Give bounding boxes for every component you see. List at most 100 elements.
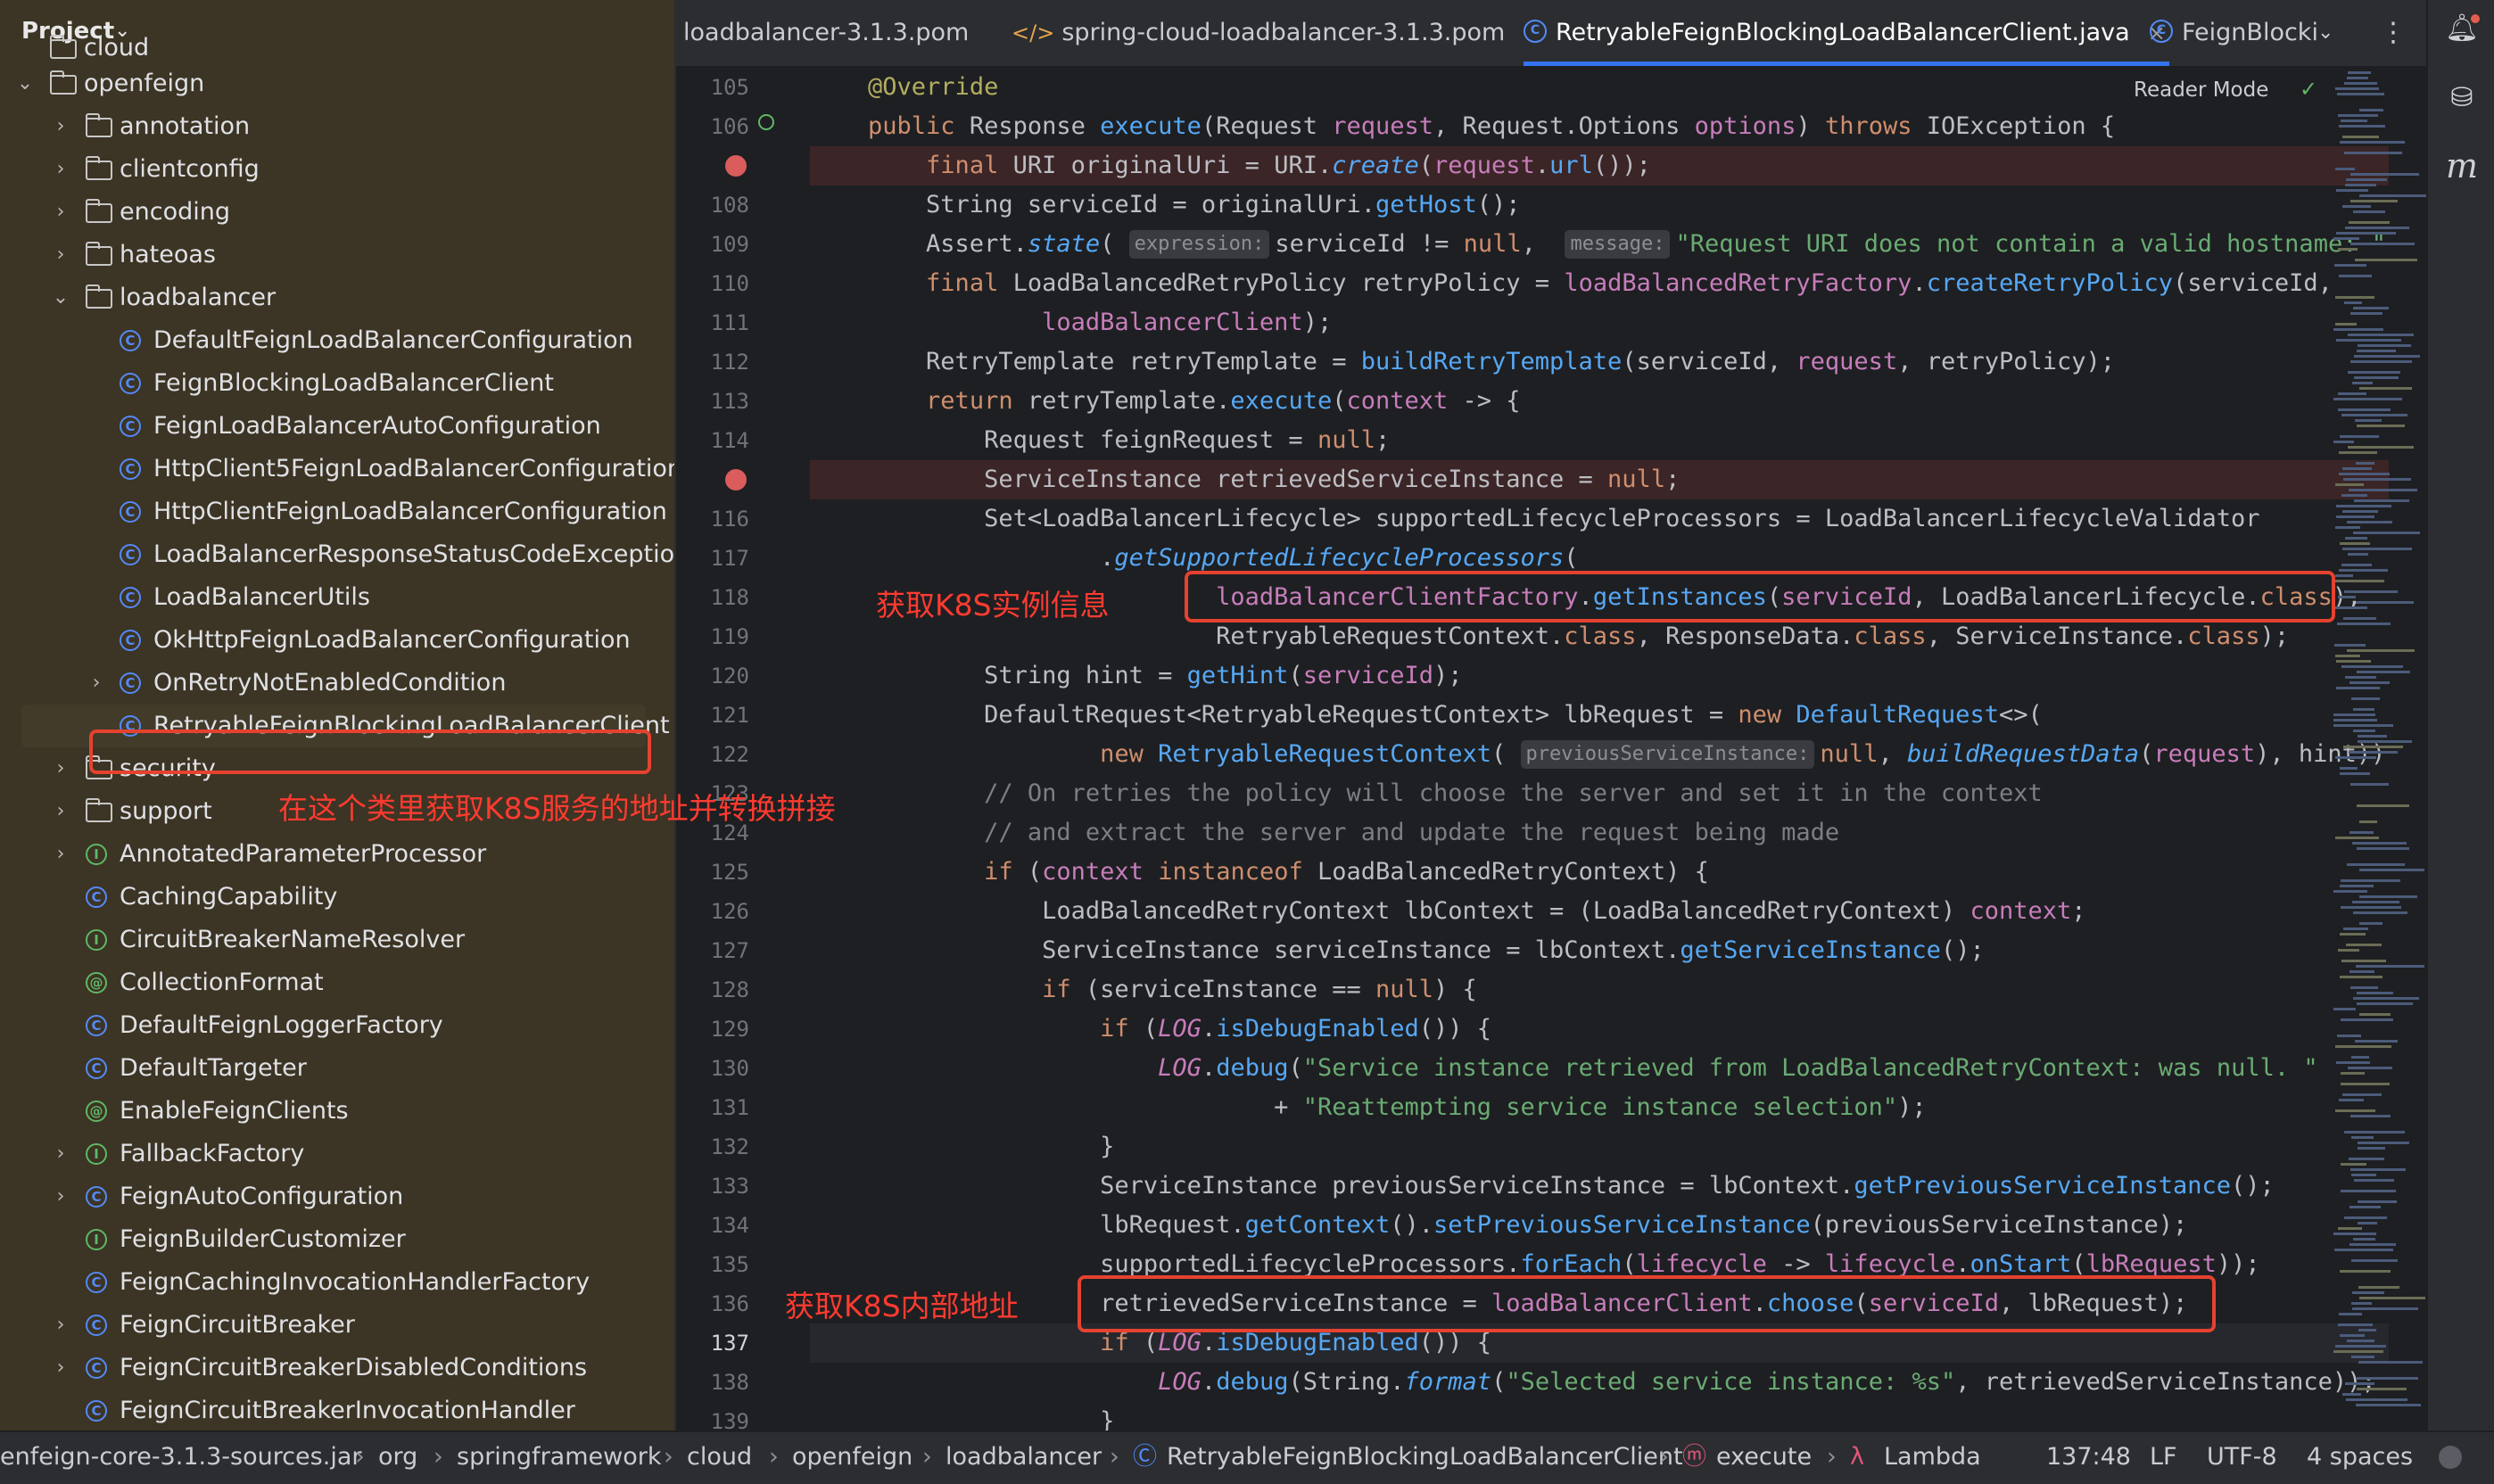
chevron-down-icon[interactable]: ⌄	[14, 62, 36, 105]
breadcrumb-loadbalancer[interactable]: loadbalancer	[946, 1432, 1102, 1482]
breadcrumb-org[interactable]: org	[378, 1432, 417, 1482]
line-number[interactable]: 138	[676, 1363, 749, 1402]
chevron-right-icon[interactable]: ›	[50, 833, 71, 876]
tree-item[interactable]: › C OnRetryNotEnabledCondition	[0, 662, 674, 705]
line-number[interactable]: 114	[676, 421, 749, 460]
tree-item[interactable]: C FeignCircuitBreakerInvocationHandler	[0, 1389, 674, 1430]
chevron-right-icon[interactable]: ›	[50, 1175, 71, 1218]
breadcrumb-springframework[interactable]: springframework	[457, 1432, 661, 1482]
tree-item[interactable]: ⌄ openfeign	[0, 62, 674, 105]
line-number[interactable]: 117	[676, 539, 749, 578]
tree-item[interactable]: C FeignCachingInvocationHandlerFactory	[0, 1261, 674, 1304]
line-number[interactable]: 112	[676, 342, 749, 382]
line-number[interactable]: 136	[676, 1284, 749, 1323]
line-number[interactable]: 130	[676, 1049, 749, 1088]
breakpoint-icon[interactable]	[725, 155, 747, 177]
tree-item[interactable]: ⌄ loadbalancer	[0, 276, 674, 319]
breadcrumb-method[interactable]: execute	[1716, 1432, 1812, 1482]
line-number[interactable]: 127	[676, 931, 749, 970]
tree-item[interactable]: C OkHttpFeignLoadBalancerConfiguration	[0, 619, 674, 662]
line-number[interactable]: 128	[676, 970, 749, 1010]
tree-item[interactable]: C FeignLoadBalancerAutoConfiguration	[0, 405, 674, 448]
line-number[interactable]: 120	[676, 656, 749, 696]
tree-item[interactable]: C DefaultFeignLoadBalancerConfiguration	[0, 319, 674, 362]
chevron-right-icon[interactable]: ›	[50, 790, 71, 833]
line-number[interactable]: 108	[676, 186, 749, 225]
tree-item[interactable]: C DefaultTargeter	[0, 1047, 674, 1090]
inspection-ok-icon[interactable]: ✓	[2300, 77, 2317, 102]
chevron-right-icon[interactable]: ›	[50, 1347, 71, 1389]
tab-spring-cloud-loadbalancer-pom[interactable]: </> spring-cloud-loadbalancer-3.1.3.pom	[1012, 0, 1505, 66]
line-number[interactable]: 139	[676, 1402, 749, 1430]
line-number[interactable]: 125	[676, 853, 749, 892]
line-number[interactable]: 129	[676, 1010, 749, 1049]
breadcrumb-jar[interactable]: enfeign-core-3.1.3-sources.jar	[0, 1432, 361, 1482]
tree-item[interactable]: › hateoas	[0, 234, 674, 276]
chevron-right-icon[interactable]: ›	[50, 191, 71, 234]
more-options-icon[interactable]: ⋮	[2380, 0, 2407, 66]
line-number[interactable]: 109	[676, 225, 749, 264]
line-number[interactable]: 126	[676, 892, 749, 931]
tree-item[interactable]: C FeignBlockingLoadBalancerClient	[0, 362, 674, 405]
chevron-right-icon[interactable]: ›	[50, 747, 71, 790]
chevron-right-icon[interactable]: ›	[50, 1304, 71, 1347]
overrides-method-icon[interactable]	[758, 114, 774, 130]
code-editor[interactable]: 105 106 108 109 110 111 112 113 114 116 117 118 119 1…	[676, 68, 2426, 1430]
memory-indicator-icon[interactable]	[2439, 1446, 2462, 1469]
line-number[interactable]: 133	[676, 1167, 749, 1206]
line-number[interactable]: 121	[676, 696, 749, 735]
chevron-right-icon[interactable]: ›	[50, 1133, 71, 1175]
tree-item[interactable]: @ CollectionFormat	[0, 961, 674, 1004]
line-number[interactable]: 119	[676, 617, 749, 656]
tab-retryable-feign-client[interactable]: C RetryableFeignBlockingLoadBalancerClien…	[1524, 0, 2169, 66]
breadcrumb-cloud[interactable]: cloud	[687, 1432, 752, 1482]
tree-item[interactable]: C HttpClientFeignLoadBalancerConfiguratio…	[0, 491, 674, 533]
chevron-right-icon[interactable]: ›	[50, 148, 71, 191]
tab-loadbalancer-pom[interactable]: loadbalancer-3.1.3.pom	[683, 0, 969, 66]
tree-item[interactable]: › I AnnotatedParameterProcessor	[0, 833, 674, 876]
line-number[interactable]: 118	[676, 578, 749, 617]
line-number[interactable]: 106	[676, 107, 749, 146]
tabs-dropdown-icon[interactable]: ⌄	[2317, 0, 2333, 66]
tree-item[interactable]: C DefaultFeignLoggerFactory	[0, 1004, 674, 1047]
chevron-down-icon[interactable]: ⌄	[50, 276, 71, 319]
line-number[interactable]: 116	[676, 499, 749, 539]
file-encoding[interactable]: UTF-8	[2207, 1432, 2277, 1482]
tree-item[interactable]: › encoding	[0, 191, 674, 234]
indent-setting[interactable]: 4 spaces	[2307, 1432, 2413, 1482]
tree-item[interactable]: @ EnableFeignClients	[0, 1090, 674, 1133]
chevron-right-icon[interactable]: ›	[86, 662, 107, 705]
breadcrumb-lambda[interactable]: Lambda	[1884, 1432, 1981, 1482]
line-number[interactable]: 132	[676, 1127, 749, 1167]
line-number[interactable]: 134	[676, 1206, 749, 1245]
line-number[interactable]: 135	[676, 1245, 749, 1284]
code-minimap[interactable]	[2333, 71, 2426, 1427]
tree-item[interactable]: › C FeignAutoConfiguration	[0, 1175, 674, 1218]
tree-item[interactable]: C LoadBalancerResponseStatusCodeException	[0, 533, 674, 576]
tree-item[interactable]: › annotation	[0, 105, 674, 148]
chevron-right-icon[interactable]: ›	[50, 234, 71, 276]
tree-item[interactable]: I CircuitBreakerNameResolver	[0, 919, 674, 961]
caret-position[interactable]: 137:48	[2046, 1432, 2131, 1482]
line-number[interactable]: 110	[676, 264, 749, 303]
maven-icon[interactable]: m	[2428, 146, 2494, 186]
chevron-right-icon[interactable]: ›	[50, 105, 71, 148]
line-separator[interactable]: LF	[2150, 1432, 2177, 1482]
tree-item[interactable]: › I FallbackFactory	[0, 1133, 674, 1175]
line-number[interactable]: 137	[676, 1323, 749, 1363]
database-icon[interactable]: ⛁	[2428, 82, 2494, 113]
line-number[interactable]: 131	[676, 1088, 749, 1127]
tree-item[interactable]: C LoadBalancerUtils	[0, 576, 674, 619]
tree-item[interactable]: › clientconfig	[0, 148, 674, 191]
line-number[interactable]: 105	[676, 68, 749, 107]
tree-item[interactable]: › C FeignCircuitBreaker	[0, 1304, 674, 1347]
tab-feign-blocking[interactable]: C FeignBlocki	[2150, 0, 2318, 66]
line-number[interactable]: 113	[676, 382, 749, 421]
tree-item[interactable]: C CachingCapability	[0, 876, 674, 919]
breadcrumb-openfeign[interactable]: openfeign	[792, 1432, 913, 1482]
breadcrumb-class[interactable]: RetryableFeignBlockingLoadBalancerClient	[1167, 1432, 1683, 1482]
line-number[interactable]: 111	[676, 303, 749, 342]
reader-mode-toggle[interactable]: Reader Mode	[2134, 78, 2268, 102]
line-number[interactable]: 122	[676, 735, 749, 774]
breakpoint-icon[interactable]	[725, 469, 747, 491]
